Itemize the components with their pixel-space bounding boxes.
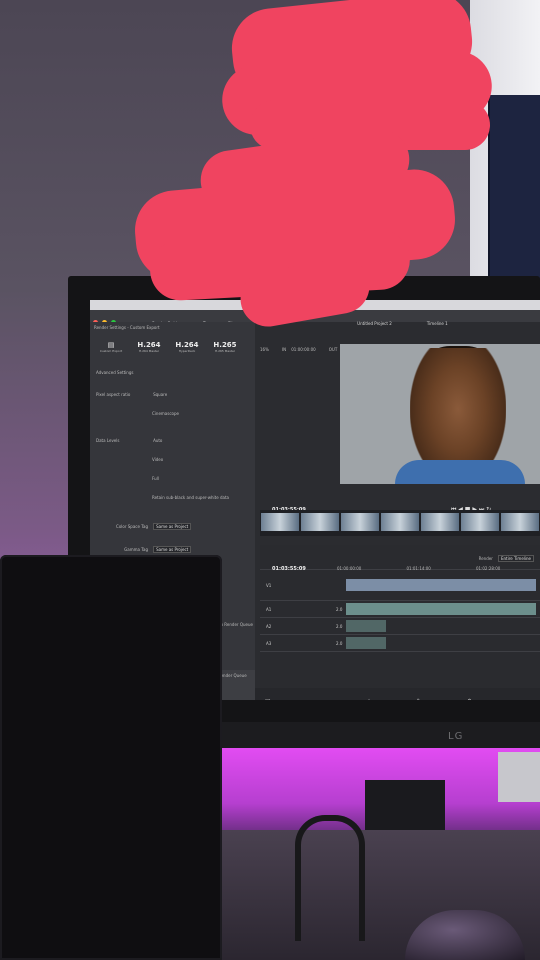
clip-thumbnail[interactable] <box>341 513 379 531</box>
track-a3: A3 2.0 <box>260 635 540 652</box>
track-name: A2 <box>266 623 272 629</box>
ruler-mark: 01:00:00:00 <box>336 566 362 571</box>
color-space-label: Color Space Tag <box>116 524 148 529</box>
clip-thumbnail[interactable] <box>301 513 339 531</box>
data-levels-label: Data Levels <box>96 438 120 443</box>
track-volume: 2.0 <box>336 623 343 629</box>
track-volume: 2.0 <box>336 606 343 612</box>
preset-custom[interactable]: ▤ Custom Export <box>92 341 130 353</box>
video-clip[interactable] <box>346 579 536 591</box>
gamma-label: Gamma Tag <box>124 547 148 552</box>
advanced-settings-heading: Advanced Settings <box>96 370 134 375</box>
clip-thumbnail[interactable] <box>261 513 299 531</box>
preset-row: ▤ Custom Export H.264 H.264 Master H.264 Hype… <box>90 333 255 356</box>
timeline-timecode: 01:03:55:09 <box>272 566 306 572</box>
ruler-mark: 01:01:14:00 <box>406 566 431 571</box>
track-name: V1 <box>266 582 272 588</box>
data-level-full[interactable]: Full <box>152 476 159 481</box>
headphones <box>295 815 365 941</box>
pixel-aspect-row: Pixel aspect ratio Square Cinemascope <box>90 379 255 421</box>
render-header: Render Settings - Custom Export <box>94 325 160 330</box>
ruler-mark: 01:02:28:00 <box>475 566 501 571</box>
in-label: IN <box>281 347 287 352</box>
laptop-screen-back <box>0 555 222 960</box>
clip-thumbnail[interactable] <box>421 513 459 531</box>
person-shirt <box>395 460 525 484</box>
out-label: OUT <box>328 347 338 352</box>
zoom-level[interactable]: 16% <box>260 347 269 352</box>
track-v1: V1 <box>260 570 540 601</box>
page-navigation-bar: ▤ ▭ ✦ ✎ ⚙ <box>255 688 540 700</box>
pixel-aspect-square[interactable]: Square <box>153 392 167 397</box>
fusion-page-icon[interactable]: ✦ <box>367 698 372 700</box>
timeline-ruler[interactable]: 01:03:55:09 01:00:00:00 01:01:14:00 01:0… <box>260 555 540 572</box>
audio-clip[interactable] <box>346 620 386 632</box>
audio-clip[interactable] <box>346 637 386 649</box>
preset-h264-master[interactable]: H.264 H.264 Master <box>130 341 168 353</box>
track-a1: A1 2.0 <box>260 601 540 618</box>
color-page-icon[interactable]: ✎ <box>417 698 422 700</box>
project-title: Untitled Project 2 <box>357 321 392 326</box>
monitor-chin <box>222 722 540 750</box>
timeline-panel: Render Entire Timeline 01:03:55:09 01:00… <box>260 545 540 690</box>
clip-thumbnail[interactable] <box>501 513 539 531</box>
track-name: A3 <box>266 640 272 646</box>
edit-page-icon[interactable]: ▭ <box>316 698 322 700</box>
clip-thumbnail[interactable] <box>381 513 419 531</box>
monitor-logo: LG <box>448 731 464 742</box>
gamma-select[interactable]: Same as Project <box>153 546 192 553</box>
data-level-auto[interactable]: Auto <box>153 438 162 443</box>
preset-hyperdeck[interactable]: H.264 HyperDeck <box>168 341 206 353</box>
pixel-aspect-label: Pixel aspect ratio <box>96 392 131 397</box>
color-space-row: Color Space Tag Same as Project <box>90 505 255 534</box>
timeline-title: Timeline 1 <box>426 321 448 326</box>
retain-checkbox[interactable]: Retain sub-black and super-white data <box>152 495 229 500</box>
media-page-icon[interactable]: ▤ <box>265 698 271 700</box>
clip-thumbnail[interactable] <box>461 513 499 531</box>
curtain <box>488 95 540 295</box>
audio-clip[interactable] <box>346 603 536 615</box>
render-queue-label: Render Queue <box>218 673 247 678</box>
clip-thumbnail-strip <box>260 510 540 536</box>
color-space-select[interactable]: Same as Project <box>153 523 192 530</box>
track-volume: 2.0 <box>336 640 343 646</box>
preset-h265[interactable]: H.265 H.265 Master <box>206 341 244 353</box>
deliver-page-icon[interactable]: ⚙ <box>467 698 472 700</box>
render-mode-select[interactable]: Entire Timeline <box>497 555 534 562</box>
in-timecode: 01:00:00:00 <box>291 347 316 352</box>
render-bar: Render Entire Timeline <box>260 545 540 562</box>
data-level-video[interactable]: Video <box>152 457 163 462</box>
pixel-aspect-cinemascope[interactable]: Cinemascope <box>152 411 179 416</box>
gamma-row: Gamma Tag Same as Project <box>90 534 255 557</box>
track-a2: A2 2.0 <box>260 618 540 635</box>
track-name: A1 <box>266 606 272 612</box>
data-levels-row: Data Levels Auto Video Full Retain sub-b… <box>90 421 255 505</box>
speaker <box>498 752 540 802</box>
